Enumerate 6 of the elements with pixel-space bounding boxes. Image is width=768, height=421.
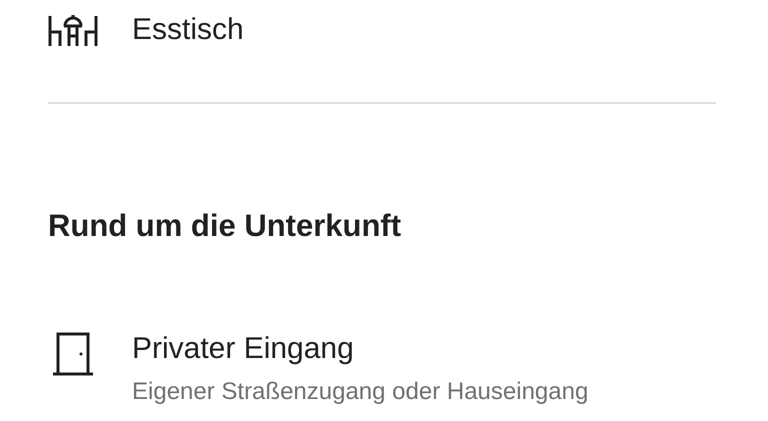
section-heading: Rund um die Unterkunft xyxy=(48,207,402,245)
amenity-description: Eigener Straßenzugang oder Hauseingang xyxy=(132,377,588,407)
dining-table-icon xyxy=(48,12,98,48)
amenity-label: Privater Eingang xyxy=(132,331,355,367)
door-icon xyxy=(52,331,94,377)
amenity-label: Esstisch xyxy=(132,12,244,48)
